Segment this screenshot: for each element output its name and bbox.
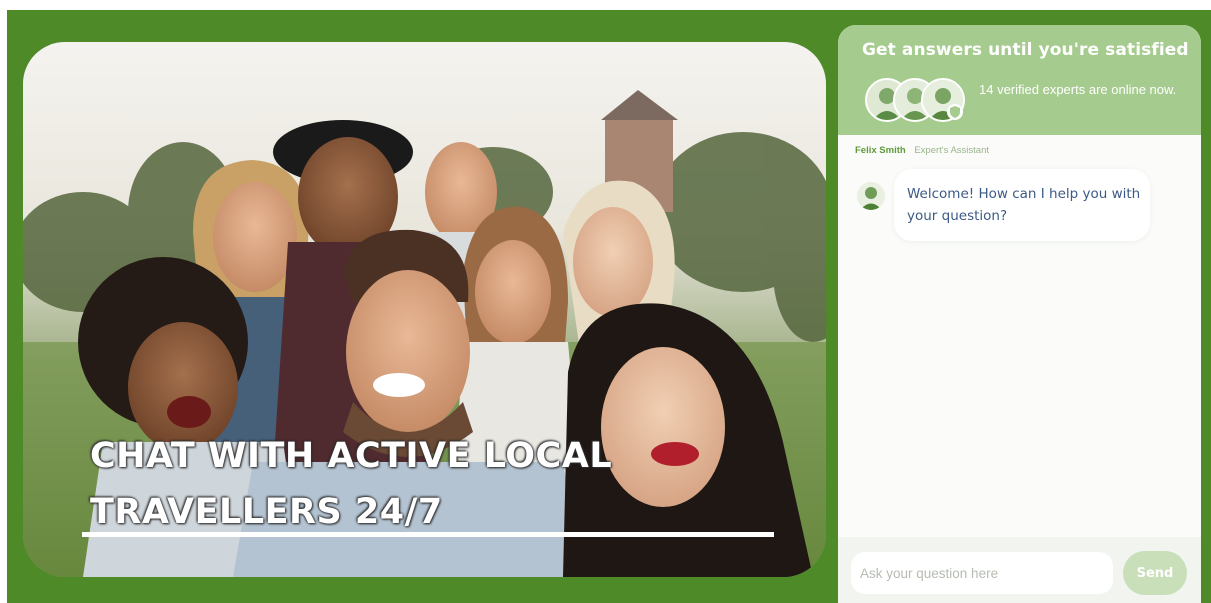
top-bar [0, 0, 1211, 10]
agent-avatar [857, 182, 885, 210]
message-composer: Send [838, 537, 1201, 603]
headline-underline [82, 532, 774, 537]
welcome-message-bubble: Welcome! How can I help you with your qu… [894, 169, 1150, 241]
expert-avatars [865, 78, 975, 122]
question-input[interactable] [851, 552, 1113, 594]
send-button[interactable]: Send [1123, 551, 1187, 595]
verified-shield-icon [947, 104, 963, 120]
welcome-message: Welcome! How can I help you with your qu… [907, 186, 1141, 224]
online-experts-text: 14 verified experts are online now. [979, 82, 1177, 97]
agent-name: Felix Smith [855, 145, 906, 156]
hero-image: CHAT WITH ACTIVE LOCAL TRAVELLERS 24/7 [23, 42, 826, 577]
chat-widget: Get answers until you're satisfied 14 ve… [838, 25, 1201, 603]
agent-role: Expert's Assistant [914, 145, 990, 156]
hero-headline-line-1: CHAT WITH ACTIVE LOCAL [90, 436, 613, 476]
agent-info: Felix Smith Expert's Assistant [855, 145, 989, 156]
chat-title: Get answers until you're satisfied [862, 40, 1189, 60]
hero-headline: CHAT WITH ACTIVE LOCAL TRAVELLERS 24/7 [90, 428, 730, 540]
chat-header: Get answers until you're satisfied 14 ve… [838, 25, 1201, 135]
